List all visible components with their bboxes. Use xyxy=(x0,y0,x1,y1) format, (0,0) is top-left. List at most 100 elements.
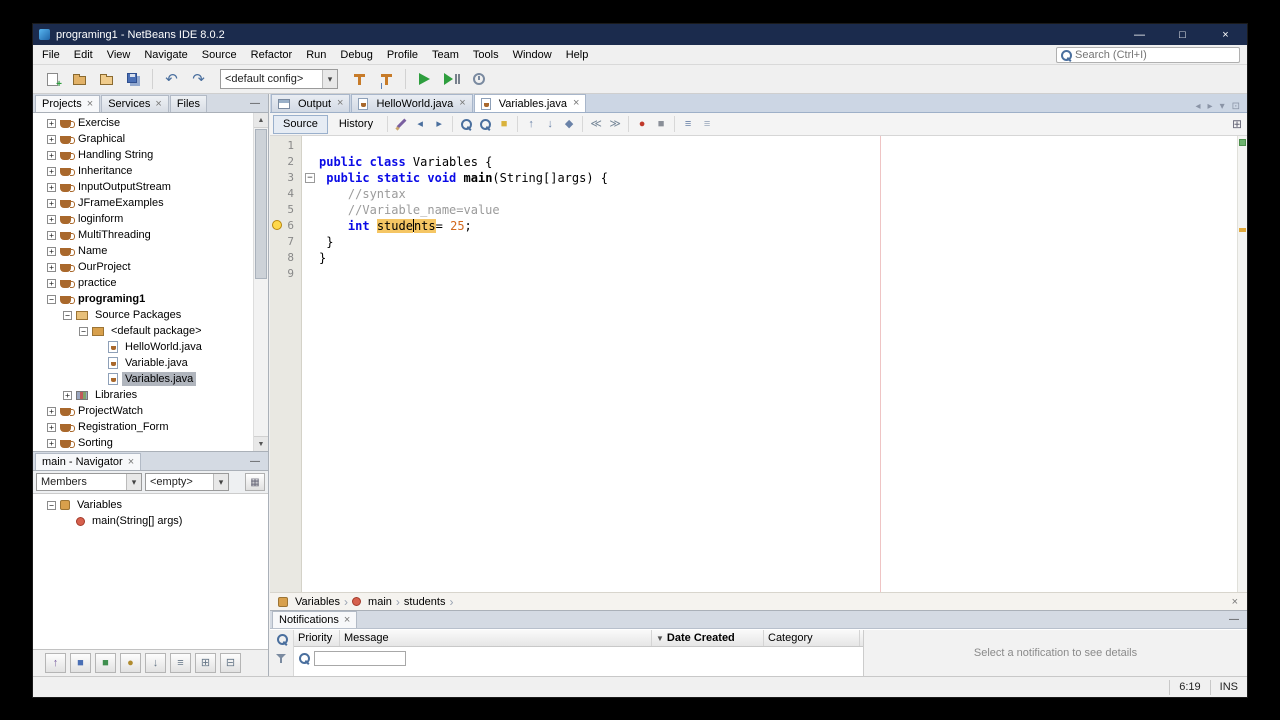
column-header-date-created[interactable]: ▼ Date Created xyxy=(652,630,764,646)
config-combo[interactable]: <default config> ▾ xyxy=(220,69,338,89)
close-tab-icon[interactable]: × xyxy=(155,98,161,110)
tree-item-default-package[interactable]: − <default package> xyxy=(33,323,268,339)
forward-button[interactable]: ▸ xyxy=(430,115,448,133)
menu-source[interactable]: Source xyxy=(195,45,244,65)
show-non-public-members-button[interactable]: ● xyxy=(120,653,141,673)
fold-toggle-icon[interactable]: − xyxy=(305,173,315,183)
scroll-tabs-right-button[interactable]: ▸ xyxy=(1208,101,1213,112)
stop-macro-recording-button[interactable]: ■ xyxy=(652,115,670,133)
menu-debug[interactable]: Debug xyxy=(333,45,379,65)
toggle-bookmark-button[interactable]: ◆ xyxy=(560,115,578,133)
source-view-button[interactable]: Source xyxy=(273,114,328,134)
expand-toggle-icon[interactable]: + xyxy=(47,262,56,272)
code-line[interactable]: − public static void main(String[]args) … xyxy=(302,170,1237,186)
expand-toggle-icon[interactable]: + xyxy=(47,118,56,128)
open-project-button[interactable] xyxy=(94,67,119,92)
code-line[interactable]: //Variable_name=value xyxy=(302,202,1237,218)
close-tab-icon[interactable]: × xyxy=(459,98,465,109)
start-macro-recording-button[interactable]: ● xyxy=(633,115,651,133)
back-button[interactable]: ◂ xyxy=(411,115,429,133)
tab-variables-java[interactable]: Variables.java × xyxy=(473,94,587,112)
minimize-panel-button[interactable]: — xyxy=(242,98,268,109)
save-all-button[interactable] xyxy=(121,67,146,92)
new-project-button[interactable] xyxy=(67,67,92,92)
code-line[interactable]: //syntax xyxy=(302,186,1237,202)
shift-line-right-button[interactable]: ≫ xyxy=(606,115,624,133)
code-lines[interactable]: public class Variables {− public static … xyxy=(302,136,1237,592)
scroll-tabs-left-button[interactable]: ◂ xyxy=(1196,101,1201,112)
tree-item-registration-form[interactable]: + Registration_Form xyxy=(33,419,268,435)
expand-toggle-icon[interactable]: + xyxy=(47,198,56,208)
toggle-highlight-search-button[interactable]: ■ xyxy=(495,115,513,133)
run-project-button[interactable] xyxy=(412,67,437,92)
show-fields-button[interactable]: ■ xyxy=(70,653,91,673)
tab-output[interactable]: Output × xyxy=(271,94,351,112)
breadcrumb-item-main[interactable]: main xyxy=(349,596,395,608)
redo-button[interactable]: ↷ xyxy=(186,67,211,92)
maximize-document-button[interactable]: ⊡ xyxy=(1232,101,1240,112)
collapse-all-button[interactable]: ⊟ xyxy=(220,653,241,673)
tree-item-variable-java[interactable]: Variable.java xyxy=(33,355,268,371)
menu-help[interactable]: Help xyxy=(559,45,596,65)
tree-item-jframeexamples[interactable]: + JFrameExamples xyxy=(33,195,268,211)
expand-toggle-icon[interactable]: − xyxy=(79,326,88,336)
tab-services[interactable]: Services × xyxy=(101,95,169,112)
expand-toggle-icon[interactable]: + xyxy=(47,278,56,288)
tree-item-exercise[interactable]: + Exercise xyxy=(33,115,268,131)
last-edit-button[interactable] xyxy=(392,115,410,133)
expand-toggle-icon[interactable]: + xyxy=(47,134,56,144)
tree-item-name[interactable]: + Name xyxy=(33,243,268,259)
clean-build-project-button[interactable] xyxy=(374,67,399,92)
breadcrumb-item-variables[interactable]: Variables xyxy=(275,596,343,608)
tree-item-loginform[interactable]: + loginform xyxy=(33,211,268,227)
expand-toggle-icon[interactable]: + xyxy=(47,166,56,176)
build-project-button[interactable] xyxy=(347,67,372,92)
navigator-options-button[interactable]: ▦ xyxy=(245,473,265,491)
show-static-members-button[interactable]: ■ xyxy=(95,653,116,673)
hint-stripe-mark[interactable] xyxy=(1239,228,1246,232)
close-tab-icon[interactable]: × xyxy=(337,98,343,109)
scrollbar-thumb[interactable] xyxy=(255,129,267,279)
tab-helloworld-java[interactable]: HelloWorld.java × xyxy=(351,94,473,112)
sort-by-source-button[interactable]: ≡ xyxy=(170,653,191,673)
menu-navigate[interactable]: Navigate xyxy=(137,45,194,65)
filter-notifications-icon[interactable] xyxy=(276,653,287,664)
find-selection-button[interactable] xyxy=(457,115,475,133)
code-line[interactable] xyxy=(302,138,1237,154)
editor-gutter[interactable]: 123456789 xyxy=(270,136,302,592)
split-editor-button[interactable]: ⊞ xyxy=(1232,117,1242,131)
expand-toggle-icon[interactable]: − xyxy=(47,294,56,304)
tab-files[interactable]: Files xyxy=(169,95,208,112)
find-occurrence-button[interactable] xyxy=(476,115,494,133)
menu-tools[interactable]: Tools xyxy=(466,45,506,65)
next-bookmark-button[interactable]: ↓ xyxy=(541,115,559,133)
tab-list-button[interactable]: ▾ xyxy=(1220,101,1225,112)
menu-window[interactable]: Window xyxy=(506,45,559,65)
previous-bookmark-button[interactable]: ↑ xyxy=(522,115,540,133)
tree-item-graphical[interactable]: + Graphical xyxy=(33,131,268,147)
scroll-up-button[interactable]: ▲ xyxy=(254,113,268,128)
menu-view[interactable]: View xyxy=(100,45,138,65)
column-header-priority[interactable]: Priority xyxy=(294,630,340,646)
tree-item-programing1[interactable]: − programing1 xyxy=(33,291,268,307)
code-line[interactable]: } xyxy=(302,250,1237,266)
projects-tree-area[interactable]: + Exercise + Graphical + Handling String + Inhe… xyxy=(33,113,268,452)
tab-navigator[interactable]: main - Navigator × xyxy=(35,453,142,470)
search-notifications-icon[interactable] xyxy=(276,633,288,645)
minimize-panel-button[interactable]: — xyxy=(242,456,268,467)
quick-search[interactable] xyxy=(1056,47,1240,63)
tree-item-inputoutputstream[interactable]: + InputOutputStream xyxy=(33,179,268,195)
menu-refactor[interactable]: Refactor xyxy=(244,45,300,65)
navigator-scope-select[interactable]: Members ▾ xyxy=(36,473,142,491)
navigator-filter-select[interactable]: <empty> ▾ xyxy=(145,473,229,491)
show-inherited-members-button[interactable]: ↑ xyxy=(45,653,66,673)
close-breadcrumb-icon[interactable]: × xyxy=(1228,596,1242,608)
navigator-tree[interactable]: − Variables main(String[] args) xyxy=(33,494,268,649)
expand-toggle-icon[interactable]: + xyxy=(47,230,56,240)
sort-by-name-button[interactable]: ↓ xyxy=(145,653,166,673)
error-stripe[interactable] xyxy=(1237,136,1247,592)
expand-toggle-icon[interactable]: + xyxy=(47,422,56,432)
history-view-button[interactable]: History xyxy=(329,115,383,134)
tree-item-inheritance[interactable]: + Inheritance xyxy=(33,163,268,179)
code-editor[interactable]: 123456789 public class Variables {− publ… xyxy=(270,136,1247,592)
